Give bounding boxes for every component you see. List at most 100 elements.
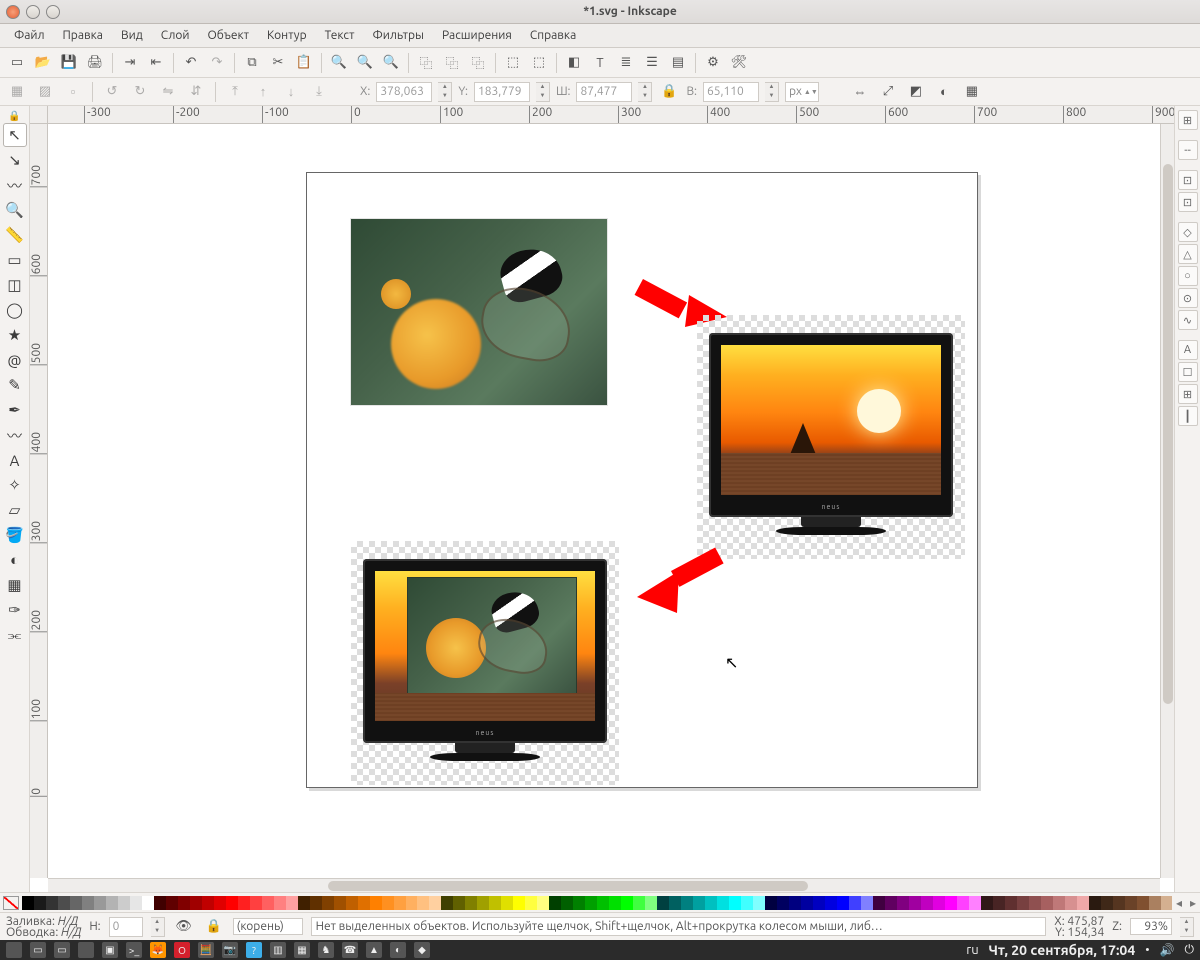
taskbar-app-4[interactable]: ▣ [102,942,118,958]
y-input[interactable]: 183,779 [474,82,530,102]
swatch[interactable] [130,896,142,910]
swatch[interactable] [489,896,501,910]
redo-icon[interactable]: ↷ [206,52,228,74]
zoom-input[interactable]: 93% [1130,918,1172,935]
affect-move-icon[interactable]: ⇔ [849,81,871,103]
snap-btn-0[interactable]: ⊞ [1178,110,1198,130]
swatch[interactable] [921,896,933,910]
swatch[interactable] [645,896,657,910]
swatch[interactable] [46,896,58,910]
selector-tool[interactable]: ↖ [3,123,27,147]
pencil-tool[interactable]: ✎ [3,373,27,397]
swatch[interactable] [1113,896,1125,910]
open-icon[interactable]: 📂 [32,52,54,74]
swatch[interactable] [106,896,118,910]
swatch[interactable] [370,896,382,910]
snap-btn-14[interactable]: ☐ [1178,362,1198,382]
snap-btn-7[interactable]: ◇ [1178,222,1198,242]
swatch[interactable] [549,896,561,910]
menu-Контур[interactable]: Контур [259,26,315,45]
swatch[interactable] [681,896,693,910]
swatch[interactable] [561,896,573,910]
swatch[interactable] [178,896,190,910]
snap-btn-5[interactable]: ⊡ [1178,192,1198,212]
swatch[interactable] [801,896,813,910]
dup-icon[interactable]: ⿻ [415,52,437,74]
image-monitor-sunset[interactable]: neus [697,315,965,559]
taskbar-app-3[interactable] [78,942,94,958]
swatch[interactable] [70,896,82,910]
snap-btn-9[interactable]: ○ [1178,266,1198,286]
swatch[interactable] [609,896,621,910]
swatch[interactable] [741,896,753,910]
rotate-cw-icon[interactable]: ↻ [129,81,151,103]
swatch[interactable] [969,896,981,910]
taskbar-app-17[interactable]: ◆ [414,942,430,958]
swatch[interactable] [214,896,226,910]
3dbox-tool[interactable]: ◫ [3,273,27,297]
taskbar-app-1[interactable]: ▭ [30,942,46,958]
power-icon[interactable]: ⏻ [1185,943,1195,957]
ruler-horizontal[interactable]: -300-200-1000100200300400500600700800900 [48,106,1174,124]
menu-Фильтры[interactable]: Фильтры [364,26,432,45]
swatch[interactable] [286,896,298,910]
taskbar-app-11[interactable]: ▥ [270,942,286,958]
align-dialog-icon[interactable]: ☰ [641,52,663,74]
h-spinner[interactable]: ▲▼ [765,82,779,102]
swatch[interactable] [358,896,370,910]
spray-tool[interactable]: ✧ [3,473,27,497]
lock-guides-icon[interactable]: 🔒 [8,110,20,122]
new-icon[interactable]: ▭ [6,52,28,74]
dropper-tool[interactable]: ✑ [3,598,27,622]
text-tool[interactable]: A [3,448,27,472]
volume-icon[interactable]: 🔊 [1160,943,1175,957]
node-tool[interactable]: ↘ [3,148,27,172]
swatch[interactable] [1089,896,1101,910]
save-icon[interactable]: 💾 [58,52,80,74]
layers-dialog-icon[interactable]: ▤ [667,52,689,74]
taskbar-app-5[interactable]: >_ [126,942,142,958]
swatch[interactable] [1005,896,1017,910]
swatch[interactable] [525,896,537,910]
swatch[interactable] [382,896,394,910]
raise-top-icon[interactable]: ⤒ [224,81,246,103]
swatch[interactable] [1017,896,1029,910]
swatch[interactable] [1137,896,1149,910]
eraser-tool[interactable]: ▱ [3,498,27,522]
swatch[interactable] [981,896,993,910]
swatch[interactable] [406,896,418,910]
layer-visible-icon[interactable]: 👁 [173,916,195,938]
swatch[interactable] [274,896,286,910]
menu-Правка[interactable]: Правка [55,26,111,45]
x-input[interactable]: 378,063 [376,82,432,102]
swatch[interactable] [238,896,250,910]
swatch[interactable] [729,896,741,910]
stroke-value[interactable]: Н/Д [61,926,81,939]
swatch[interactable] [693,896,705,910]
swatch[interactable] [477,896,489,910]
swatch[interactable] [765,896,777,910]
menu-Вид[interactable]: Вид [113,26,151,45]
swatch[interactable] [1101,896,1113,910]
lower-icon[interactable]: ↓ [280,81,302,103]
zoom-draw-icon[interactable]: 🔍 [354,52,376,74]
calligraphy-tool[interactable]: 〰 [3,423,27,447]
swatch[interactable] [154,896,166,910]
gradient-tool[interactable]: ◐ [3,548,27,572]
ungroup-icon[interactable]: ⬚ [528,52,550,74]
swatch[interactable] [777,896,789,910]
swatch[interactable] [322,896,334,910]
prefs-icon[interactable]: ⚙ [702,52,724,74]
select-all-icon[interactable]: ▦ [6,81,28,103]
swatch[interactable] [753,896,765,910]
window-maximize-icon[interactable] [46,5,60,19]
star-tool[interactable]: ★ [3,323,27,347]
swatch[interactable] [1065,896,1077,910]
swatch[interactable] [202,896,214,910]
menu-Слой[interactable]: Слой [153,26,198,45]
swatch[interactable] [310,896,322,910]
swatch[interactable] [657,896,669,910]
group-icon[interactable]: ⬚ [502,52,524,74]
layer-lock-icon[interactable]: 🔒 [203,916,225,938]
unlink-icon[interactable]: ⿻ [467,52,489,74]
